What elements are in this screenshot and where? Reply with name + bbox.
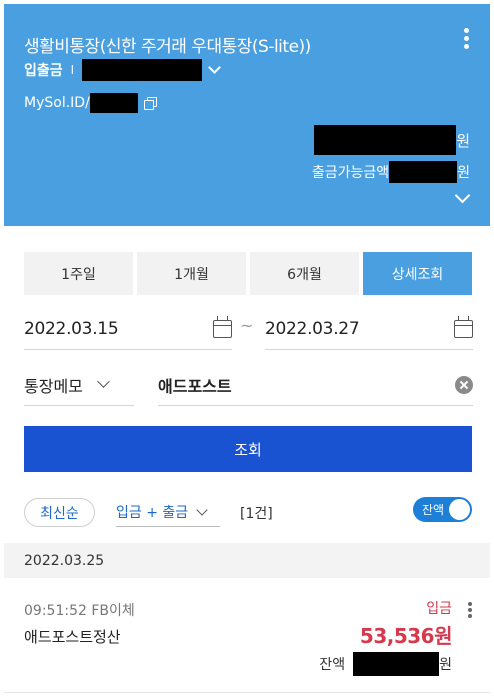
transaction-type-value: 입금 + 출금 <box>116 505 189 521</box>
calendar-icon[interactable] <box>454 315 473 338</box>
transaction-balance-unit: 원 <box>439 657 452 673</box>
transaction-type: 입금 <box>426 601 452 617</box>
calendar-icon[interactable] <box>213 315 232 338</box>
copy-icon[interactable] <box>143 97 157 110</box>
more-vertical-icon[interactable] <box>464 28 470 50</box>
chevron-down-icon <box>97 375 110 388</box>
tab-1-month[interactable]: 1개월 <box>137 252 246 295</box>
date-to-value: 2022.03.27 <box>265 318 360 339</box>
available-redacted <box>389 161 458 183</box>
mysol-id-redacted <box>89 93 138 113</box>
transaction-amount: 53,536원 <box>359 624 453 648</box>
balance-toggle-label: 잔액 <box>422 503 445 517</box>
memo-search-field <box>158 364 473 406</box>
clear-icon[interactable] <box>455 375 473 394</box>
toggle-knob <box>449 499 470 520</box>
balance-row: 원 <box>314 124 470 156</box>
transaction-description: 애드포스트정산 <box>24 628 121 646</box>
transaction-balance: 잔액 원 <box>319 652 452 676</box>
more-vertical-icon[interactable] <box>468 602 472 618</box>
account-number-redacted <box>82 59 203 81</box>
account-card: 생활비통장(신한 주거래 우대통장(S-lite)) 입출금 I MySol.I… <box>4 4 490 226</box>
transaction-date-header: 2022.03.25 <box>4 543 490 578</box>
sort-button[interactable]: 최신순 <box>24 498 95 527</box>
account-type-row: 입출금 I <box>24 59 222 81</box>
date-from-value: 2022.03.15 <box>24 318 119 339</box>
transaction-balance-label: 잔액 <box>319 657 346 673</box>
memo-type-value: 통장메모 <box>24 376 83 396</box>
mysol-id-row: MySol.ID/ <box>24 92 157 114</box>
account-separator: I <box>70 63 75 77</box>
tab-1-week[interactable]: 1주일 <box>24 252 133 295</box>
balance-redacted <box>314 125 457 155</box>
date-range-separator: ~ <box>240 316 254 335</box>
memo-type-select[interactable]: 통장메모 <box>24 364 134 406</box>
balance-toggle[interactable]: 잔액 <box>413 497 472 522</box>
available-balance-row: 출금가능금액 원 <box>312 160 470 184</box>
date-to-field[interactable]: 2022.03.27 <box>265 308 473 350</box>
chevron-down-icon <box>196 503 208 516</box>
available-unit: 원 <box>457 165 470 181</box>
tab-6-months[interactable]: 6개월 <box>250 252 359 295</box>
tab-detail-search[interactable]: 상세조회 <box>363 252 472 295</box>
result-count: [1건] <box>240 506 273 522</box>
date-from-field[interactable]: 2022.03.15 <box>24 308 232 350</box>
balance-unit: 원 <box>456 131 470 150</box>
available-label: 출금가능금액 <box>311 165 390 181</box>
expand-chevron-icon[interactable] <box>454 187 471 204</box>
period-tabs: 1주일 1개월 6개월 상세조회 <box>24 252 472 295</box>
transaction-row[interactable]: 09:51:52 FB이체 애드포스트정산 입금 53,536원 잔액 원 <box>4 590 490 682</box>
chevron-down-icon[interactable] <box>208 60 222 74</box>
mysol-id-label: MySol.ID/ <box>24 95 90 111</box>
account-name: 생활비통장(신한 주거래 우대통장(S-lite)) <box>24 37 311 57</box>
transaction-balance-redacted <box>353 652 440 676</box>
transaction-time: 09:51:52 FB이체 <box>24 603 135 619</box>
memo-search-input[interactable] <box>158 375 455 394</box>
search-button[interactable]: 조회 <box>24 426 472 472</box>
transaction-type-select[interactable]: 입금 + 출금 <box>116 498 220 527</box>
divider <box>4 692 490 693</box>
account-type: 입출금 <box>24 63 63 79</box>
